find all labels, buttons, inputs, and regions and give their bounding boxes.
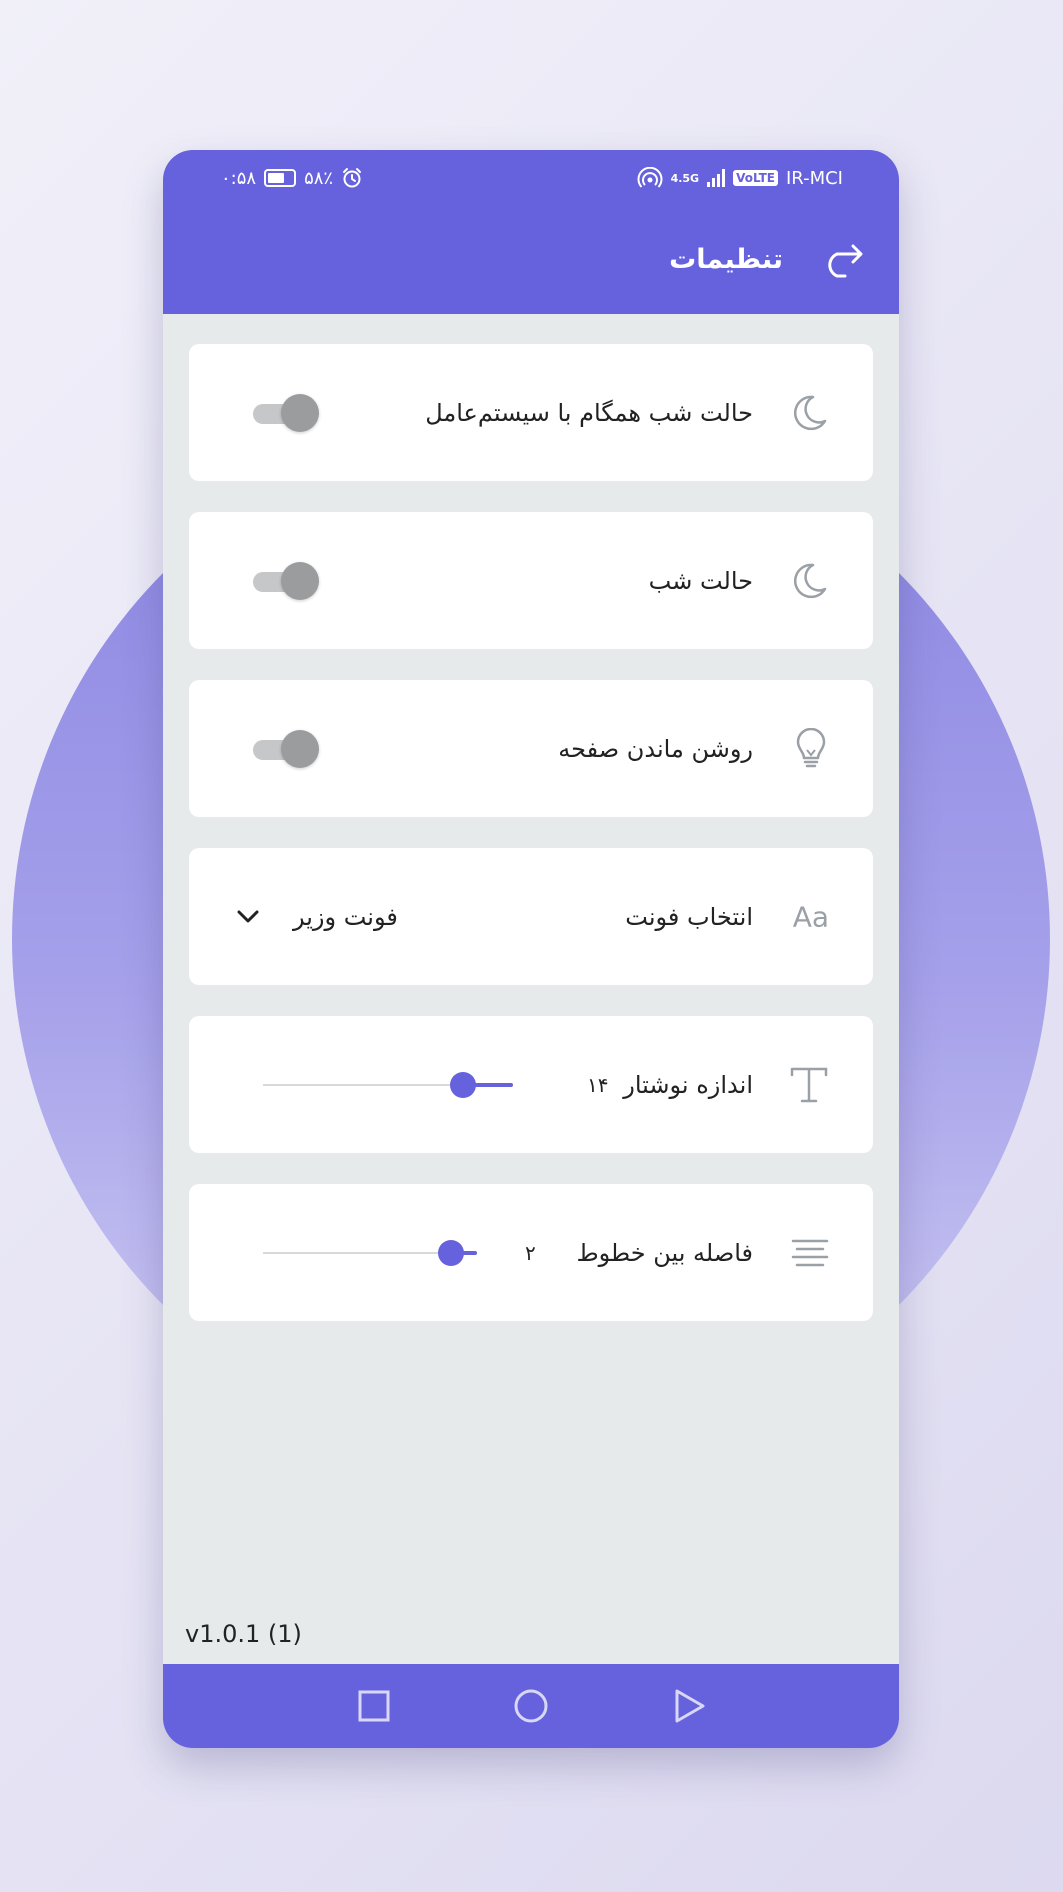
text-size-value: ۱۴: [587, 1072, 609, 1097]
alarm-icon: [343, 168, 362, 188]
status-carrier: IR-MCI: [786, 167, 843, 189]
night-mode-toggle[interactable]: [253, 561, 319, 600]
setting-night-sync: حالت شب همگام با سیستم‌عامل: [189, 344, 873, 481]
setting-label: حالت شب: [648, 566, 753, 595]
square-icon[interactable]: [354, 1686, 394, 1726]
toggle-knob: [281, 393, 319, 432]
chevron-down-icon[interactable]: [237, 910, 259, 924]
line-spacing-slider[interactable]: [263, 1239, 477, 1266]
moon-icon: [793, 395, 827, 430]
moon-icon: [793, 563, 827, 598]
triangle-back-icon[interactable]: [669, 1686, 709, 1726]
hotspot-icon: [637, 167, 663, 188]
keep-screen-on-toggle[interactable]: [253, 729, 319, 768]
setting-label: اندازه نوشتار: [623, 1070, 753, 1099]
lightbulb-icon: [796, 727, 826, 767]
align-lines-icon: [791, 1239, 829, 1266]
line-spacing-value: ۲: [525, 1240, 536, 1265]
share-arrow-icon[interactable]: [821, 242, 863, 278]
circle-icon[interactable]: [511, 1686, 551, 1726]
system-nav-bar: [163, 1664, 899, 1748]
setting-line-spacing: فاصله بین خطوط ۲: [189, 1184, 873, 1321]
setting-label: حالت شب همگام با سیستم‌عامل: [425, 398, 753, 427]
volte-badge: VoLTE: [733, 170, 778, 186]
signal-icon: [707, 169, 726, 187]
setting-label: انتخاب فونت: [625, 902, 753, 931]
app-version: v1.0.1 (1): [185, 1620, 302, 1648]
phone-frame: ۰:۵۸ ۵۸٪ 4.5G VoLTE IR-MCI تنظیمات حالت …: [163, 150, 899, 1748]
setting-text-size: اندازه نوشتار ۱۴: [189, 1016, 873, 1153]
setting-label: فاصله بین خطوط: [576, 1238, 753, 1267]
status-battery: ۵۸٪: [304, 167, 334, 189]
setting-label: روشن ماندن صفحه: [558, 734, 753, 763]
font-select-value[interactable]: فونت وزیر: [293, 903, 398, 931]
slider-thumb[interactable]: [450, 1071, 476, 1098]
page-title: تنظیمات: [669, 244, 783, 275]
text-size-slider[interactable]: [263, 1071, 513, 1098]
battery-icon: [264, 169, 297, 187]
text-t-icon: [790, 1067, 828, 1102]
night-sync-toggle[interactable]: [253, 393, 319, 432]
toggle-knob: [281, 561, 319, 600]
status-bar-right: 4.5G VoLTE IR-MCI: [637, 164, 843, 192]
toggle-knob: [281, 729, 319, 768]
app-bar: ۰:۵۸ ۵۸٪ 4.5G VoLTE IR-MCI تنظیمات: [163, 150, 899, 314]
setting-font-select: Aa انتخاب فونت فونت وزیر: [189, 848, 873, 985]
setting-keep-screen-on: روشن ماندن صفحه: [189, 680, 873, 817]
status-bar-left: ۰:۵۸ ۵۸٪: [221, 164, 363, 192]
slider-thumb[interactable]: [438, 1239, 465, 1266]
status-network: 4.5G: [670, 171, 700, 185]
font-aa-icon: Aa: [792, 900, 829, 933]
status-time: ۰:۵۸: [221, 167, 257, 189]
setting-night-mode: حالت شب: [189, 512, 873, 649]
